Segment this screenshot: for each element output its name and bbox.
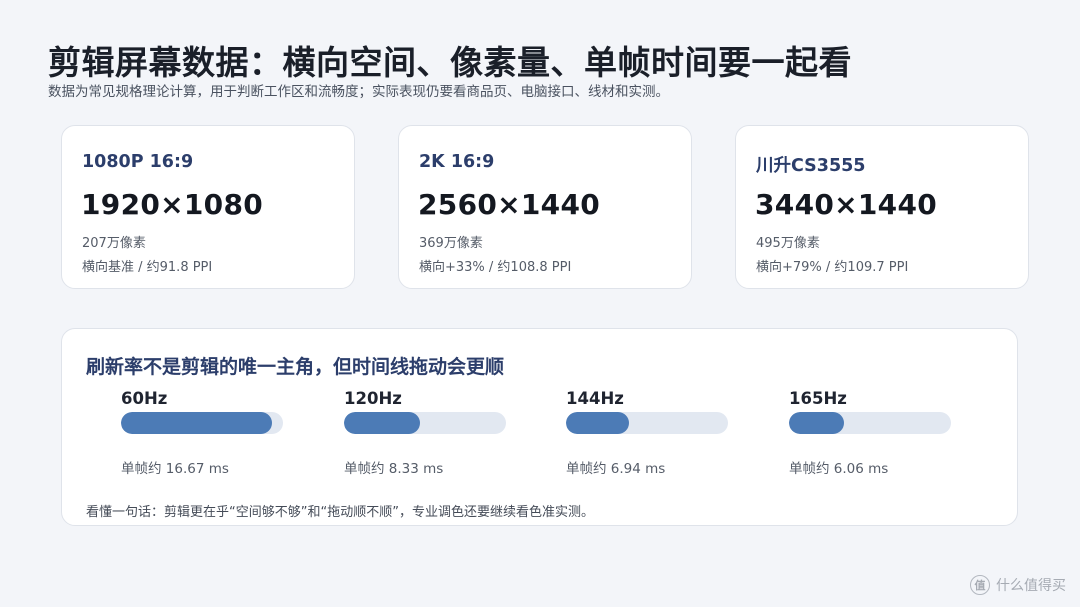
card-name: 2K 16:9: [419, 152, 495, 172]
zhi-logo-icon: 值: [970, 575, 990, 595]
refresh-item-60hz: 60Hz 单帧约 16.67 ms: [121, 389, 291, 477]
page-subtitle: 数据为常见规格理论计算，用于判断工作区和流畅度；实际表现仍要看商品页、电脑接口、…: [48, 84, 669, 100]
spec-card-2k: 2K 16:9 2560×1440 369万像素 横向+33% / 约108.8…: [398, 125, 692, 289]
frame-time-bar-track: [789, 412, 951, 434]
card-pixels: 207万像素: [82, 236, 146, 251]
refresh-item-144hz: 144Hz 单帧约 6.94 ms: [566, 389, 736, 477]
frame-time-bar-fill: [566, 412, 630, 434]
frame-time-bar-fill: [344, 412, 421, 434]
card-detail: 横向+79% / 约109.7 PPI: [756, 260, 909, 275]
frame-time-text: 单帧约 8.33 ms: [344, 461, 444, 477]
frame-time-text: 单帧约 16.67 ms: [121, 461, 229, 477]
frame-time-text: 单帧约 6.94 ms: [566, 461, 666, 477]
refresh-label: 120Hz: [344, 389, 402, 408]
card-detail: 横向+33% / 约108.8 PPI: [419, 260, 572, 275]
card-name: 1080P 16:9: [82, 152, 194, 172]
refresh-label: 165Hz: [789, 389, 847, 408]
refresh-item-165hz: 165Hz 单帧约 6.06 ms: [789, 389, 959, 477]
card-pixels: 495万像素: [756, 236, 820, 251]
watermark-text: 什么值得买: [996, 578, 1066, 594]
frame-time-bar-fill: [121, 412, 272, 434]
frame-time-bar-track: [121, 412, 283, 434]
frame-time-text: 单帧约 6.06 ms: [789, 461, 889, 477]
card-detail: 横向基准 / 约91.8 PPI: [82, 260, 213, 275]
refresh-panel-title: 刷新率不是剪辑的唯一主角，但时间线拖动会更顺: [86, 356, 505, 378]
frame-time-bar-fill: [789, 412, 845, 434]
frame-time-bar-track: [566, 412, 728, 434]
refresh-item-120hz: 120Hz 单帧约 8.33 ms: [344, 389, 514, 477]
refresh-label: 144Hz: [566, 389, 624, 408]
card-resolution: 2560×1440: [418, 188, 601, 221]
spec-card-1080p: 1080P 16:9 1920×1080 207万像素 横向基准 / 约91.8…: [61, 125, 355, 289]
card-resolution: 3440×1440: [755, 188, 938, 221]
frame-time-bar-track: [344, 412, 506, 434]
watermark: 值 什么值得买: [970, 575, 1066, 595]
card-resolution: 1920×1080: [81, 188, 264, 221]
card-pixels: 369万像素: [419, 236, 483, 251]
refresh-rate-panel: 刷新率不是剪辑的唯一主角，但时间线拖动会更顺 60Hz 单帧约 16.67 ms…: [61, 328, 1018, 526]
page-title: 剪辑屏幕数据：横向空间、像素量、单帧时间要一起看: [48, 43, 852, 82]
spec-card-cs3555: 川升CS3555 3440×1440 495万像素 横向+79% / 约109.…: [735, 125, 1029, 289]
refresh-label: 60Hz: [121, 389, 168, 408]
summary-note: 看懂一句话：剪辑更在乎“空间够不够”和“拖动顺不顺”，专业调色还要继续看色准实测…: [86, 505, 594, 520]
card-name: 川升CS3555: [756, 156, 866, 176]
